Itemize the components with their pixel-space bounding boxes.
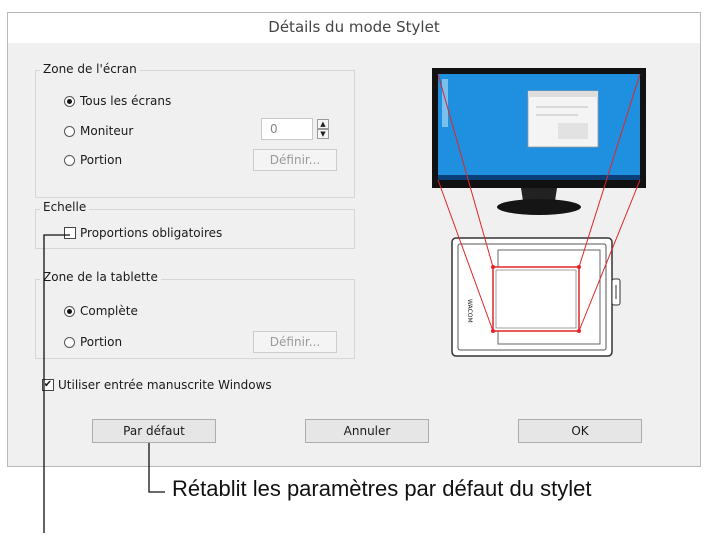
default-button-annotation: Rétablit les paramètres par défaut du st… xyxy=(172,476,592,501)
radio-screen-portion-indicator[interactable] xyxy=(64,154,75,166)
windows-ink-label: Utiliser entrée manuscrite Windows xyxy=(58,378,272,392)
scale-label: Echelle xyxy=(40,200,90,214)
tablet-area-label: Zone de la tablette xyxy=(40,270,161,284)
radio-screen-portion[interactable]: Portion xyxy=(64,151,122,169)
windows-ink-checkbox[interactable]: ✔ xyxy=(42,379,54,391)
stylet-mode-details-dialog: Détails du mode Stylet Zone de l'écran T… xyxy=(7,12,701,467)
monitor-spinner[interactable]: 0 ▲ ▼ xyxy=(261,118,341,140)
radio-monitor-label: Moniteur xyxy=(80,124,134,138)
radio-screen-portion-label: Portion xyxy=(80,153,123,167)
screen-define-button[interactable]: Définir... xyxy=(253,149,337,171)
radio-tablet-full-label: Complète xyxy=(80,304,138,318)
proportions-checkbox-label: Proportions obligatoires xyxy=(80,226,223,240)
radio-tablet-portion-indicator[interactable] xyxy=(64,336,75,348)
spin-up-button[interactable]: ▲ xyxy=(317,119,329,129)
cancel-button[interactable]: Annuler xyxy=(305,419,429,443)
proportions-checkbox-row[interactable]: Proportions obligatoires xyxy=(64,224,222,242)
radio-all-screens-indicator[interactable] xyxy=(64,95,75,107)
ok-button[interactable]: OK xyxy=(518,419,642,443)
mapping-illustration: WACOM xyxy=(432,68,646,357)
radio-tablet-full[interactable]: Complète xyxy=(64,302,138,320)
dialog-title: Détails du mode Stylet xyxy=(8,13,700,43)
radio-all-screens-label: Tous les écrans xyxy=(80,94,172,108)
proportions-checkbox[interactable] xyxy=(64,227,76,239)
default-button[interactable]: Par défaut xyxy=(92,419,216,443)
tablet-define-button[interactable]: Définir... xyxy=(253,331,337,353)
screen-area-label: Zone de l'écran xyxy=(40,62,140,76)
desktop-icons xyxy=(442,79,448,127)
tablet-brand-logo: WACOM xyxy=(466,299,473,323)
radio-monitor-indicator[interactable] xyxy=(64,125,75,137)
radio-monitor[interactable]: Moniteur xyxy=(64,122,133,140)
tablet-active-area xyxy=(492,266,580,332)
windows-ink-checkbox-row[interactable]: ✔ Utiliser entrée manuscrite Windows xyxy=(42,376,272,394)
monitor-number-field[interactable]: 0 xyxy=(261,118,313,140)
radio-tablet-portion[interactable]: Portion xyxy=(64,333,122,351)
spin-down-button[interactable]: ▼ xyxy=(317,129,329,139)
radio-all-screens[interactable]: Tous les écrans xyxy=(64,92,171,110)
radio-tablet-portion-label: Portion xyxy=(80,335,123,349)
radio-tablet-full-indicator[interactable] xyxy=(64,305,75,317)
monitor-base xyxy=(497,199,581,215)
